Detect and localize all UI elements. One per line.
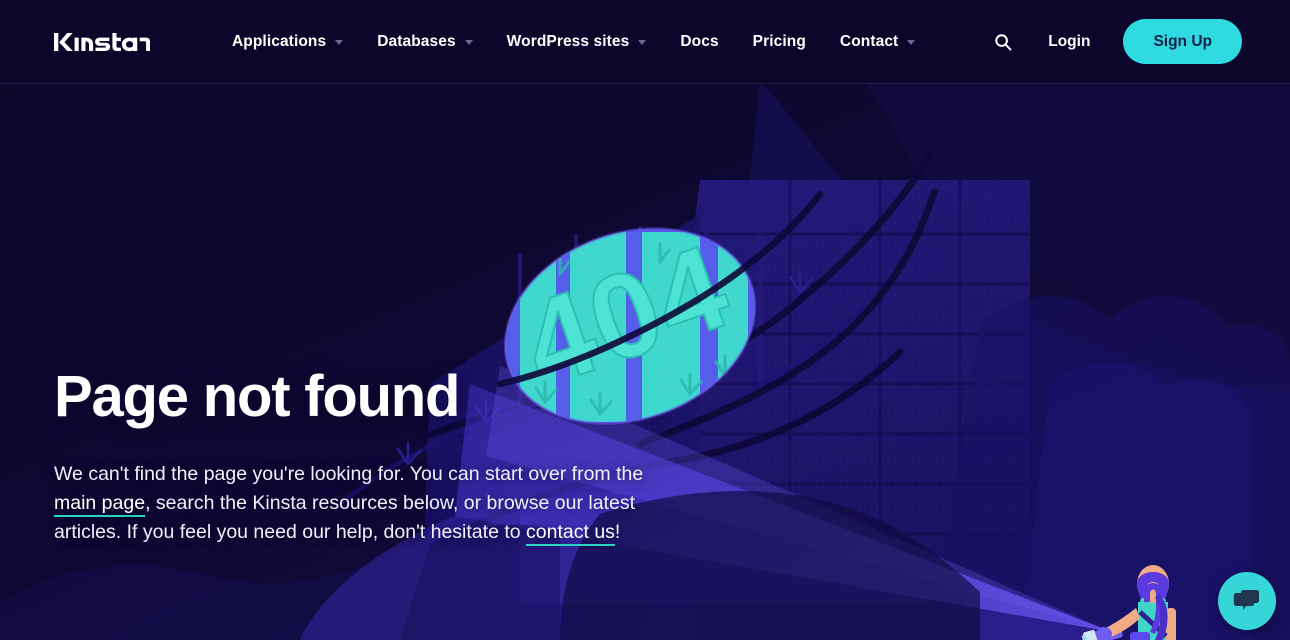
- chevron-down-icon: [638, 40, 647, 45]
- hero-illustration: 404: [0, 84, 1290, 640]
- chevron-down-icon: [907, 40, 916, 45]
- nav-item-pricing[interactable]: Pricing: [753, 23, 806, 61]
- chevron-down-icon: [464, 40, 473, 45]
- nav-item-wordpress-sites[interactable]: WordPress sites: [507, 23, 647, 61]
- login-link[interactable]: Login: [1048, 33, 1090, 51]
- chevron-down-icon: [335, 40, 344, 45]
- nav-label: Docs: [680, 32, 719, 50]
- page-title: Page not found: [54, 364, 460, 429]
- search-icon: [995, 33, 1012, 50]
- nav-label: Pricing: [752, 32, 806, 50]
- chat-bubble-icon: [1233, 590, 1259, 610]
- main-page-link[interactable]: main page: [54, 492, 146, 517]
- nav-label: Applications: [232, 32, 327, 50]
- nav-item-databases[interactable]: Databases: [377, 23, 473, 61]
- header-actions: Login Sign Up: [986, 19, 1242, 64]
- hero-content: Page not found We can't find the page yo…: [54, 368, 654, 547]
- nav-item-docs[interactable]: Docs: [680, 23, 718, 61]
- nav-item-applications[interactable]: Applications: [232, 23, 344, 61]
- nav-label: Contact: [839, 32, 899, 50]
- kinsta-logo[interactable]: [54, 31, 150, 53]
- site-header: Applications Databases WordPress sites D…: [0, 0, 1290, 84]
- contact-us-link[interactable]: contact us: [526, 521, 615, 546]
- nav-label: WordPress sites: [506, 32, 630, 50]
- nav-item-contact[interactable]: Contact: [839, 23, 916, 61]
- page-404: 404 Applications Databases WordPress sit…: [0, 0, 1290, 640]
- signup-button[interactable]: Sign Up: [1123, 19, 1242, 64]
- nav-label: Databases: [377, 32, 456, 50]
- hero-text-part-1: We can't find the page you're looking fo…: [54, 463, 644, 485]
- hero-description: We can't find the page you're looking fo…: [54, 460, 654, 547]
- chat-widget-button[interactable]: [1218, 572, 1276, 630]
- search-button[interactable]: [986, 25, 1020, 59]
- main-navigation: Applications Databases WordPress sites D…: [232, 23, 916, 61]
- hero-text-part-3: !: [614, 521, 621, 543]
